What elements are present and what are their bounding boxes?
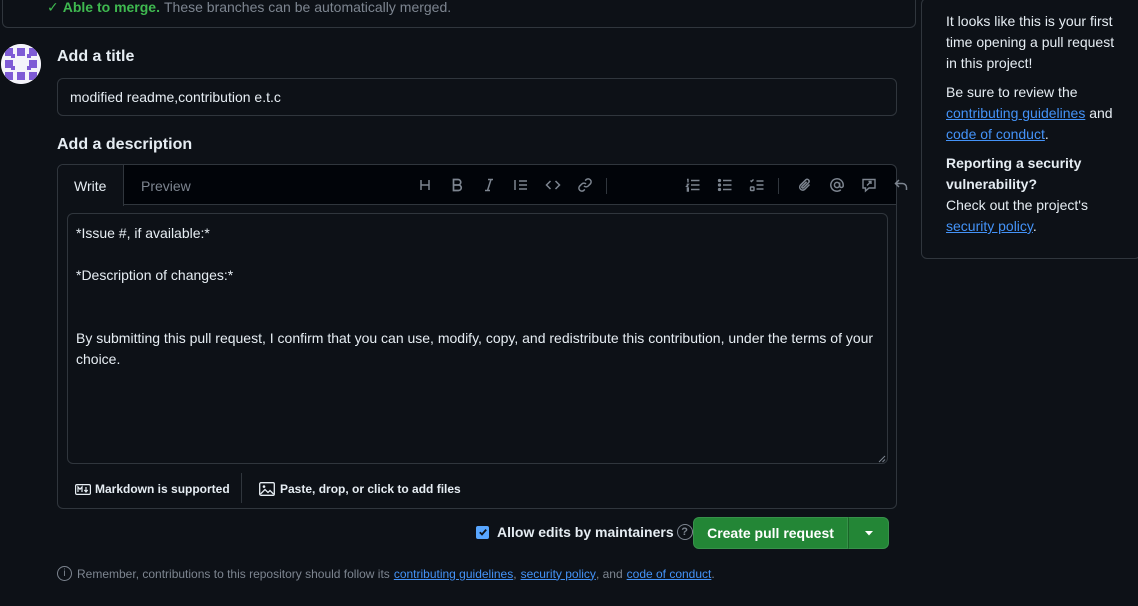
contributing-guidelines-link[interactable]: contributing guidelines [394, 567, 513, 581]
italic-icon[interactable] [478, 175, 500, 195]
tab-preview[interactable]: Preview [125, 165, 207, 206]
toolbar-divider [606, 178, 607, 194]
avatar[interactable] [1, 44, 41, 84]
title-label: Add a title [57, 48, 135, 65]
tab-write[interactable]: Write [58, 165, 124, 206]
identicon-icon [1, 44, 41, 84]
markdown-icon [75, 483, 91, 495]
allow-edits-label: Allow edits by maintainers [497, 524, 674, 540]
merge-status-box: ✓ Able to merge. These branches can be aut… [2, 0, 916, 28]
reminder-separator: , and [595, 566, 623, 581]
merge-status: Able to merge. [62, 0, 160, 15]
task-list-icon[interactable] [746, 175, 768, 195]
security-suffix: . [1032, 218, 1037, 234]
link-icon[interactable] [574, 175, 596, 195]
merge-detail: These branches can be automatically merg… [163, 0, 452, 15]
ordered-list-icon[interactable] [682, 175, 704, 195]
toolbar-divider [778, 178, 779, 194]
code-icon[interactable] [542, 175, 564, 195]
create-pull-request-button[interactable]: Create pull request [693, 517, 848, 549]
markdown-supported-link[interactable]: Markdown is supported [75, 482, 230, 496]
unordered-list-icon[interactable] [714, 175, 736, 195]
editor-footer: Markdown is supported Paste, drop, or cl… [58, 469, 896, 509]
check-icon: ✓ [47, 0, 59, 15]
reminder-period: . [711, 566, 715, 581]
reference-icon[interactable] [858, 175, 880, 195]
reminder-separator: , [513, 566, 517, 581]
triangle-down-icon [864, 531, 873, 536]
security-heading: Reporting a security vulnerability? [946, 155, 1082, 192]
editor-header: Write Preview [58, 165, 940, 206]
resize-handle-icon[interactable] [878, 455, 886, 463]
security-section: Reporting a security vulnerability? Chec… [946, 153, 1124, 237]
reminder-text: Remember, contributions to this reposito… [77, 566, 390, 581]
panel-security-policy-link[interactable]: security policy [946, 218, 1033, 234]
checkmark-icon [478, 529, 487, 536]
footer-divider [241, 473, 242, 503]
description-textarea[interactable]: *Issue #, if available:* *Description of… [67, 213, 888, 464]
create-options-dropdown[interactable] [848, 517, 889, 549]
pull-request-compose-page: ✓ Able to merge. These branches can be aut… [0, 0, 1138, 606]
heading-icon[interactable] [414, 175, 436, 195]
undo-icon[interactable] [890, 175, 912, 195]
title-input[interactable] [57, 78, 897, 116]
markdown-supported-label: Markdown is supported [95, 482, 230, 496]
first-time-contributor-panel: It looks like this is your first time op… [921, 0, 1138, 259]
first-time-message: It looks like this is your first time op… [946, 13, 1115, 71]
mention-icon[interactable] [826, 175, 848, 195]
attach-files-label: Paste, drop, or click to add files [280, 482, 461, 496]
description-label: Add a description [57, 136, 193, 153]
review-suffix: . [1044, 126, 1049, 142]
question-icon[interactable]: ? [676, 524, 693, 540]
panel-code-of-conduct-link[interactable]: code of conduct [946, 126, 1045, 142]
info-icon: i [57, 566, 72, 581]
quote-icon[interactable] [510, 175, 532, 195]
allow-edits-option[interactable]: Allow edits by maintainers ? [476, 524, 693, 540]
review-guidelines-text: Be sure to review the contributing guide… [946, 82, 1124, 145]
code-of-conduct-link[interactable]: code of conduct [627, 567, 712, 581]
security-policy-link[interactable]: security policy [521, 567, 596, 581]
panel-contributing-guidelines-link[interactable]: contributing guidelines [946, 105, 1085, 121]
allow-edits-checkbox[interactable] [476, 525, 489, 539]
bold-icon[interactable] [446, 175, 468, 195]
description-editor: Write Preview *Issue #, if available:* *… [57, 164, 940, 509]
attach-files-button[interactable]: Paste, drop, or click to add files [259, 482, 461, 496]
attach-icon[interactable] [794, 175, 816, 195]
contribution-reminder: i Remember, contributions to this reposi… [57, 566, 715, 581]
review-and: and [1089, 105, 1113, 121]
review-prefix: Be sure to review the [946, 84, 1078, 100]
image-icon [259, 482, 275, 496]
security-text: Check out the project's [946, 197, 1088, 213]
